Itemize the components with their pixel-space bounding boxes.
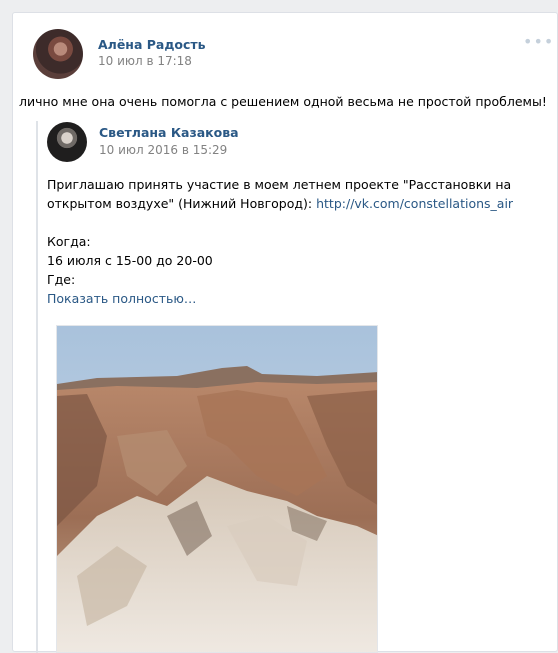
repost-author-name[interactable]: Светлана Казакова: [99, 125, 239, 140]
show-more-link[interactable]: Показать полностью…: [47, 289, 547, 308]
when-value: 16 июля с 15-00 до 20-00: [47, 253, 213, 268]
repost-time[interactable]: 10 июл 2016 в 15:29: [99, 143, 227, 157]
author-avatar[interactable]: [33, 29, 83, 79]
where-label: Где:: [47, 272, 76, 287]
post-photo[interactable]: [56, 325, 378, 653]
canyon-photo: [57, 326, 377, 652]
post-card: Алёна Радость 10 июл в 17:18 ••• лично м…: [12, 12, 558, 653]
repost-divider: [36, 121, 38, 653]
more-dots-icon[interactable]: •••: [523, 34, 553, 50]
repost-author-avatar[interactable]: [47, 122, 87, 162]
repost-paragraph: Приглашаю принять участие в моем летнем …: [47, 175, 547, 213]
post-text: лично мне она очень помогла с решением о…: [19, 94, 547, 109]
author-name[interactable]: Алёна Радость: [98, 37, 206, 52]
post-time[interactable]: 10 июл в 17:18: [98, 54, 192, 68]
repost-text: Приглашаю принять участие в моем летнем …: [47, 175, 547, 308]
repost-link[interactable]: http://vk.com/constellations_air: [316, 196, 513, 211]
when-label: Когда:: [47, 234, 91, 249]
